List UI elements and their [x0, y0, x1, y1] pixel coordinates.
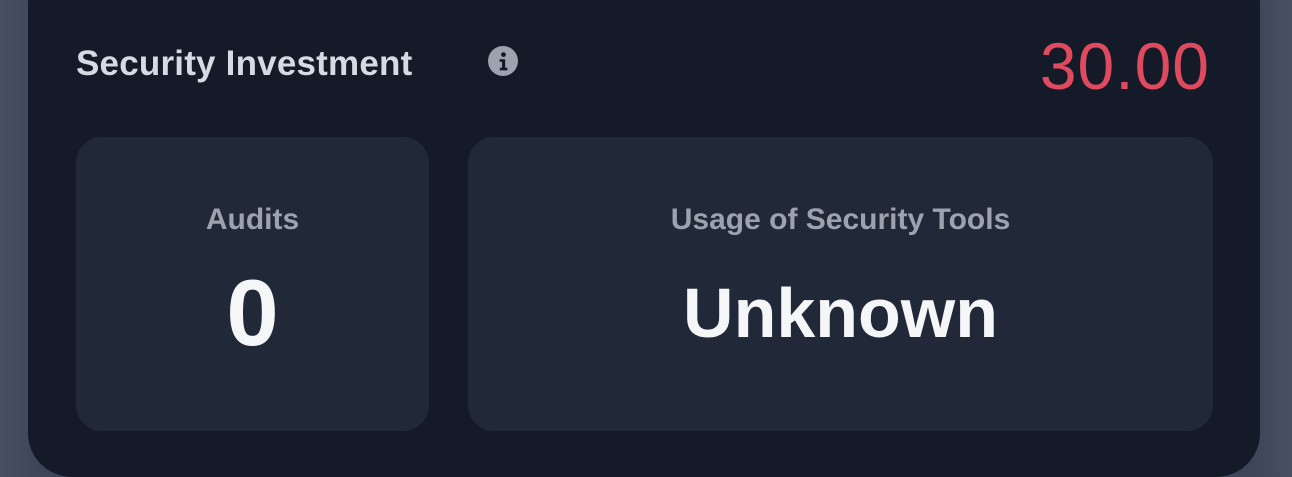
audits-tile: Audits 0 — [76, 137, 429, 431]
security-tools-label: Usage of Security Tools — [670, 203, 1011, 236]
info-icon[interactable] — [488, 46, 518, 76]
audits-label: Audits — [205, 203, 300, 236]
security-investment-card: Security Investment 30.00 Audits 0 Usage… — [28, 0, 1260, 477]
security-tools-value: Unknown — [683, 274, 998, 352]
card-title: Security Investment — [76, 44, 413, 83]
security-tools-tile: Usage of Security Tools Unknown — [468, 137, 1213, 431]
investment-score: 30.00 — [1039, 29, 1210, 103]
card-header: Security Investment 30.00 — [76, 29, 1210, 103]
audits-value: 0 — [226, 260, 279, 365]
